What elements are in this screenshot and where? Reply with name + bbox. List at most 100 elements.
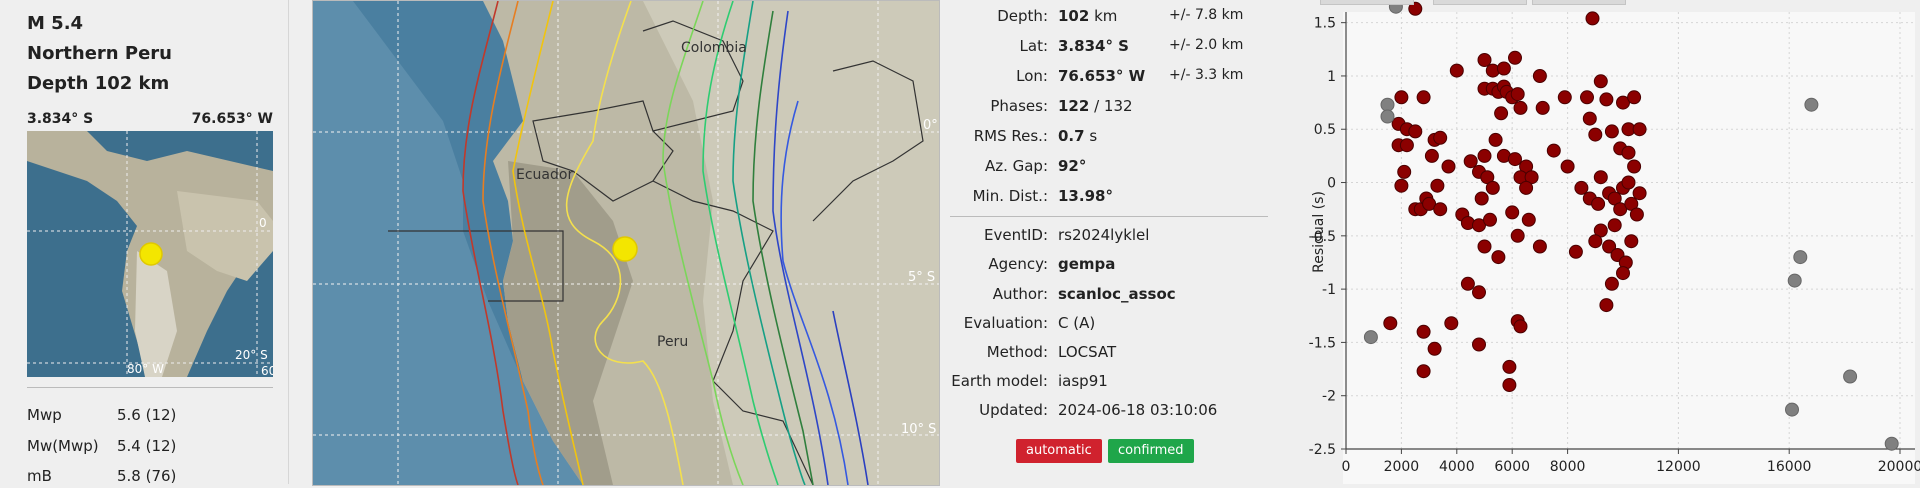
residual-point-used[interactable]: [1424, 148, 1439, 163]
residual-point-unused[interactable]: [1884, 436, 1899, 451]
residual-point-used[interactable]: [1433, 130, 1448, 145]
residual-point-used[interactable]: [1510, 228, 1525, 243]
residual-point-used[interactable]: [1627, 159, 1642, 174]
residual-point-used[interactable]: [1513, 319, 1528, 334]
residual-point-used[interactable]: [1585, 11, 1600, 26]
residual-point-used[interactable]: [1494, 106, 1509, 121]
residual-point-used[interactable]: [1472, 285, 1486, 300]
residual-point-used[interactable]: [1416, 324, 1431, 339]
residual-point-unused[interactable]: [1380, 109, 1395, 124]
residual-point-used[interactable]: [1604, 276, 1619, 291]
residual-point-used[interactable]: [1460, 276, 1475, 291]
residual-point-used[interactable]: [1604, 124, 1619, 139]
residual-point-used[interactable]: [1580, 90, 1594, 105]
residual-point-used[interactable]: [1463, 154, 1478, 169]
residual-point-unused[interactable]: [1804, 97, 1819, 112]
residual-point-used[interactable]: [1441, 159, 1456, 174]
residual-point-unused[interactable]: [1787, 273, 1802, 288]
residual-point-used[interactable]: [1568, 244, 1583, 259]
residual-point-used[interactable]: [1383, 316, 1398, 331]
event-map[interactable]: Colombia Ecuador Peru 0° 5° S 10° S: [312, 0, 940, 486]
y-axis-label: Residual (s): [1311, 191, 1327, 273]
residual-point-unused[interactable]: [1793, 250, 1808, 265]
residual-point-used[interactable]: [1416, 90, 1431, 105]
residual-point-used[interactable]: [1399, 138, 1414, 153]
residual-point-used[interactable]: [1599, 298, 1614, 313]
residual-point-used[interactable]: [1632, 122, 1647, 137]
residual-point-used[interactable]: [1560, 159, 1575, 174]
residual-point-used[interactable]: [1427, 341, 1442, 356]
residual-point-used[interactable]: [1510, 87, 1525, 102]
lon-label: 76.653° W: [191, 111, 273, 127]
residual-point-used[interactable]: [1546, 143, 1561, 158]
residual-point-used[interactable]: [1508, 152, 1522, 167]
residual-point-used[interactable]: [1599, 92, 1614, 107]
residual-point-unused[interactable]: [1363, 330, 1378, 345]
region-title: Northern Peru: [27, 43, 172, 64]
residual-point-used[interactable]: [1588, 127, 1603, 142]
residual-point-used[interactable]: [1616, 266, 1630, 281]
residual-point-used[interactable]: [1477, 239, 1492, 254]
plot-tab[interactable]: [1532, 0, 1626, 5]
residual-point-used[interactable]: [1488, 132, 1503, 147]
residual-point-used[interactable]: [1593, 74, 1608, 89]
mindist-row: Min. Dist.: 13.98°: [972, 187, 1113, 205]
residual-point-used[interactable]: [1430, 178, 1445, 193]
residual-plot-panel[interactable]: 1.5 1 0.5 0 -0.5 -1 -1.5 -2 -2.5 0 2000 4000 6000 800…: [1272, 0, 1920, 484]
x-tick-label: 16000: [1767, 459, 1812, 475]
residual-point-used[interactable]: [1582, 111, 1597, 126]
residual-point-used[interactable]: [1408, 124, 1423, 139]
residual-point-used[interactable]: [1607, 218, 1622, 233]
residual-point-used[interactable]: [1502, 359, 1517, 374]
residual-point-used[interactable]: [1444, 316, 1459, 331]
confirmed-badge[interactable]: confirmed: [1108, 439, 1194, 463]
residual-point-used[interactable]: [1588, 234, 1603, 249]
magnitude-type: Mw(Mwp): [27, 437, 99, 455]
plot-tab[interactable]: [1320, 0, 1414, 5]
residual-point-used[interactable]: [1449, 63, 1464, 78]
residual-point-used[interactable]: [1632, 186, 1647, 201]
automatic-badge[interactable]: automatic: [1016, 439, 1102, 463]
y-tick-label: 1: [1327, 69, 1336, 85]
residual-point-unused[interactable]: [1843, 369, 1858, 384]
residual-point-used[interactable]: [1532, 239, 1547, 254]
residual-point-used[interactable]: [1394, 90, 1409, 105]
residual-point-unused[interactable]: [1785, 402, 1799, 417]
residual-point-used[interactable]: [1521, 212, 1536, 227]
residual-point-used[interactable]: [1502, 378, 1517, 392]
residual-point-used[interactable]: [1483, 212, 1497, 227]
residual-point-used[interactable]: [1519, 180, 1534, 195]
residual-point-used[interactable]: [1624, 234, 1639, 249]
residual-point-used[interactable]: [1557, 90, 1572, 105]
residual-point-used[interactable]: [1508, 50, 1522, 65]
residual-point-unused[interactable]: [1380, 97, 1395, 112]
residual-point-used[interactable]: [1474, 191, 1489, 206]
residual-point-used[interactable]: [1574, 180, 1589, 195]
residual-point-used[interactable]: [1472, 337, 1486, 352]
residual-point-used[interactable]: [1416, 364, 1431, 379]
plot-tab[interactable]: [1433, 0, 1527, 5]
residual-point-used[interactable]: [1394, 178, 1409, 193]
residual-point-used[interactable]: [1491, 250, 1506, 265]
residual-point-used[interactable]: [1591, 196, 1606, 211]
residual-point-used[interactable]: [1485, 180, 1500, 195]
residual-point-used[interactable]: [1496, 61, 1511, 76]
y-tick-label: -1: [1322, 282, 1336, 298]
residual-point-used[interactable]: [1477, 53, 1492, 67]
residual-point-used[interactable]: [1397, 164, 1412, 179]
residual-point-used[interactable]: [1621, 145, 1636, 160]
residual-point-used[interactable]: [1532, 69, 1547, 83]
residual-chart[interactable]: 1.510.50-0.5-1-1.5-2-2.50 2000 4000 6000 800…: [1272, 0, 1920, 484]
residual-point-used[interactable]: [1629, 207, 1644, 222]
residual-point-used[interactable]: [1505, 205, 1520, 220]
overview-minimap[interactable]: 80° W 0 20° S 60: [27, 131, 273, 377]
residual-point-used[interactable]: [1513, 100, 1528, 115]
residual-point-used[interactable]: [1433, 202, 1448, 217]
residual-point-used[interactable]: [1535, 100, 1550, 115]
residual-point-used[interactable]: [1627, 90, 1642, 105]
residual-point-used[interactable]: [1621, 175, 1636, 190]
residual-point-used[interactable]: [1593, 170, 1608, 185]
x-tick-label: 6000: [1494, 459, 1530, 475]
residual-point-used[interactable]: [1477, 148, 1492, 163]
author-row: Author: scanloc_assoc: [992, 285, 1176, 303]
